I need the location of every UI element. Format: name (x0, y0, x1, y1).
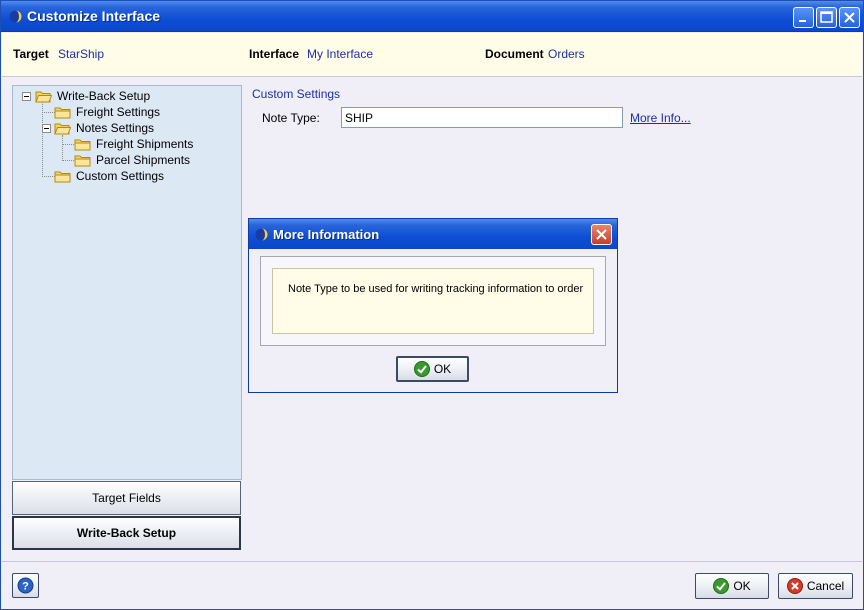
ok-label: OK (733, 579, 751, 593)
note-type-label: Note Type: (262, 111, 320, 125)
close-icon (596, 229, 607, 240)
write-back-setup-button[interactable]: Write-Back Setup (12, 516, 241, 550)
interface-value: My Interface (307, 47, 374, 61)
tree-item-custom-settings[interactable]: Custom Settings (54, 168, 164, 184)
context-header: Target StarShip Interface My Interface D… (2, 33, 862, 77)
tree-item-label: Custom Settings (76, 169, 165, 183)
dialog-message-frame: Note Type to be used for writing trackin… (260, 256, 606, 346)
tree-item-label: Parcel Shipments (96, 153, 191, 167)
cancel-icon (786, 578, 803, 594)
collapse-notes-toggle[interactable] (42, 124, 51, 133)
target-label: Target (13, 47, 49, 61)
tree-connector (62, 160, 74, 161)
tree-connector (62, 135, 63, 161)
checkmark-icon (413, 361, 430, 377)
minimize-icon (799, 20, 806, 22)
collapse-write-back-toggle[interactable] (22, 92, 31, 101)
close-button[interactable] (839, 7, 860, 28)
note-type-input[interactable] (341, 107, 623, 128)
section-title: Custom Settings (252, 87, 341, 101)
more-information-dialog: More Information Note Type to be used fo… (248, 218, 618, 393)
window-title: Customize Interface (27, 8, 161, 24)
app-logo-icon (255, 228, 268, 241)
dialog-message-box: Note Type to be used for writing trackin… (272, 268, 594, 334)
dialog-ok-label: OK (433, 362, 452, 376)
tree-item-write-back-setup[interactable]: Write-Back Setup (35, 88, 150, 104)
app-logo-icon (9, 10, 22, 23)
minimize-button[interactable] (793, 7, 814, 28)
tree-item-label: Write-Back Setup (57, 89, 151, 103)
more-info-link[interactable]: More Info... (630, 111, 691, 125)
checkmark-icon (713, 578, 730, 594)
dialog-message: Note Type to be used for writing trackin… (288, 283, 584, 295)
help-button[interactable]: ? (12, 573, 39, 598)
dialog-close-button[interactable] (591, 224, 612, 245)
title-bar[interactable]: Customize Interface (1, 1, 863, 32)
footer-divider (2, 561, 862, 562)
settings-tree[interactable]: Write-Back Setup Freight Settings Notes … (12, 85, 242, 480)
tree-item-freight-settings[interactable]: Freight Settings (54, 104, 160, 120)
tree-item-label: Notes Settings (76, 121, 155, 135)
dialog-title-bar[interactable]: More Information (249, 219, 617, 249)
target-fields-button[interactable]: Target Fields (12, 481, 241, 515)
tree-item-freight-shipments[interactable]: Freight Shipments (74, 136, 193, 152)
tree-connector (62, 144, 74, 145)
tree-item-parcel-shipments[interactable]: Parcel Shipments (74, 152, 190, 168)
cancel-button[interactable]: Cancel (778, 573, 853, 599)
folder-icon (54, 171, 71, 182)
tree-connector (42, 99, 43, 177)
cancel-label: Cancel (806, 579, 845, 593)
document-value: Orders (548, 47, 585, 61)
folder-open-icon (35, 91, 52, 102)
target-value: StarShip (58, 47, 105, 61)
interface-label: Interface (249, 47, 300, 61)
customize-interface-window: Customize Interface Target StarShip Inte… (0, 0, 864, 610)
document-label: Document (485, 47, 544, 61)
tree-item-notes-settings[interactable]: Notes Settings (54, 120, 154, 136)
maximize-button[interactable] (816, 7, 837, 28)
folder-icon (74, 155, 91, 166)
svg-text:?: ? (22, 581, 29, 593)
maximize-icon (820, 11, 833, 23)
dialog-title: More Information (273, 227, 380, 242)
dialog-ok-button[interactable]: OK (396, 356, 469, 382)
folder-icon (54, 107, 71, 118)
tree-item-label: Freight Settings (76, 105, 161, 119)
close-icon (844, 12, 855, 23)
folder-icon (74, 139, 91, 150)
help-icon: ? (17, 577, 34, 594)
tree-item-label: Freight Shipments (96, 137, 194, 151)
ok-button[interactable]: OK (695, 573, 769, 599)
folder-open-icon (54, 123, 71, 134)
